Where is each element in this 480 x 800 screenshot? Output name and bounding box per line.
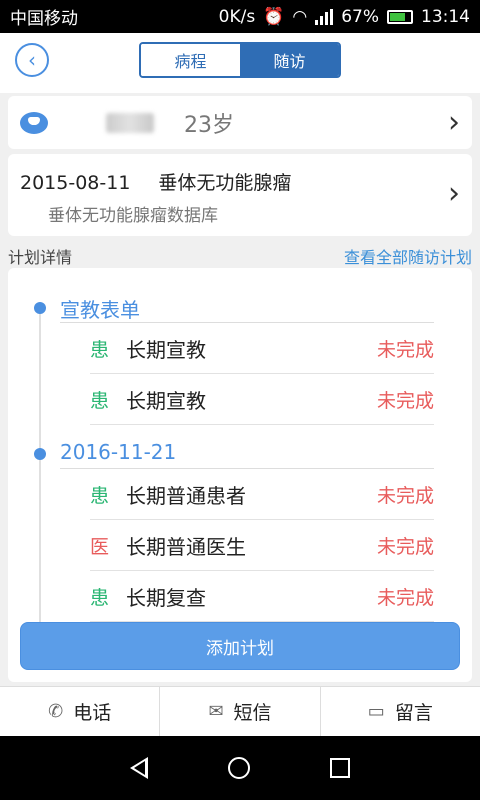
plan-item-status: 未完成	[376, 339, 434, 361]
plan-item-name: 长期宣教	[126, 338, 206, 362]
view-all-plans-link[interactable]: 查看全部随访计划	[344, 244, 472, 268]
nav-home-icon[interactable]	[228, 757, 250, 779]
patient-card[interactable]: 23岁 ›	[8, 96, 472, 149]
call-label: 电话	[73, 702, 112, 724]
nav-back-icon[interactable]	[130, 757, 148, 779]
diagnosis-card[interactable]: 2015-08-11 垂体无功能腺瘤 垂体无功能腺瘤数据库 ›	[8, 154, 472, 236]
plan-panel: 宣教表单 患 长期宣教 未完成 患 长期宣教 未完成 2016-11-21 患 …	[8, 268, 472, 682]
diagnosis-date: 2015-08-11	[20, 172, 131, 194]
diagnosis-database: 垂体无功能腺瘤数据库	[48, 206, 218, 226]
plan-item-status: 未完成	[376, 587, 434, 609]
plan-item[interactable]: 医 长期普通医生 未完成	[90, 521, 434, 571]
timeline-dot	[34, 302, 46, 314]
plan-item-name: 长期普通医生	[126, 535, 246, 559]
message-button[interactable]: ▭ 留言	[321, 687, 480, 736]
envelope-icon: ✉	[208, 701, 224, 722]
sms-label: 短信	[233, 702, 272, 724]
segment-tabs: 病程 随访	[139, 42, 341, 78]
signal-icon	[315, 8, 334, 25]
plan-item[interactable]: 患 长期宣教 未完成	[90, 375, 434, 425]
chevron-left-icon: ‹	[28, 48, 36, 72]
battery-icon	[387, 9, 413, 24]
message-label: 留言	[394, 702, 433, 724]
clock: 13:14	[421, 6, 470, 27]
plan-item-name: 长期普通患者	[126, 484, 246, 508]
plan-section-title: 计划详情	[8, 248, 73, 267]
status-bar: 中国移动 0K/s ⏰ ◠ 67% 13:14	[0, 0, 480, 33]
header: ‹ 病程 随访	[0, 33, 480, 93]
tab-followup[interactable]: 随访	[240, 44, 339, 76]
divider	[60, 322, 434, 323]
tab-course[interactable]: 病程	[141, 44, 240, 76]
role-badge: 医	[90, 536, 110, 558]
role-badge: 患	[90, 390, 110, 412]
alarm-icon: ⏰	[263, 6, 285, 27]
add-plan-button[interactable]: 添加计划	[20, 622, 460, 670]
call-button[interactable]: ✆ 电话	[0, 687, 161, 736]
carrier-name: 中国移动	[10, 9, 78, 29]
message-icon: ▭	[367, 701, 385, 722]
wifi-icon: ◠	[292, 6, 308, 27]
back-button[interactable]: ‹	[15, 43, 49, 77]
timeline-dot	[34, 448, 46, 460]
plan-item-name: 长期复查	[126, 586, 206, 610]
phone-icon: ✆	[48, 701, 64, 722]
chevron-right-icon: ›	[448, 105, 460, 140]
role-badge: 患	[90, 587, 110, 609]
plan-item[interactable]: 患 长期复查 未完成	[90, 572, 434, 622]
diagnosis-line: 2015-08-11 垂体无功能腺瘤	[20, 168, 291, 195]
group-title: 宣教表单	[60, 298, 140, 322]
system-nav-bar	[0, 736, 480, 800]
avatar-icon	[20, 111, 48, 134]
plan-item-status: 未完成	[376, 485, 434, 507]
group-title: 2016-11-21	[60, 440, 177, 464]
patient-age: 23岁	[184, 112, 234, 138]
plan-section-header: 计划详情 查看全部随访计划	[8, 244, 472, 268]
role-badge: 患	[90, 485, 110, 507]
chevron-right-icon: ›	[448, 176, 460, 211]
role-badge: 患	[90, 339, 110, 361]
bottom-action-bar: ✆ 电话 ✉ 短信 ▭ 留言	[0, 686, 480, 736]
timeline-line	[39, 306, 41, 636]
divider	[60, 468, 434, 469]
patient-name-blurred	[106, 112, 154, 133]
plan-item[interactable]: 患 长期普通患者 未完成	[90, 470, 434, 520]
plan-item[interactable]: 患 长期宣教 未完成	[90, 324, 434, 374]
network-speed: 0K/s	[218, 6, 256, 27]
plan-item-name: 长期宣教	[126, 389, 206, 413]
battery-percent: 67%	[341, 6, 379, 27]
plan-item-status: 未完成	[376, 536, 434, 558]
plan-item-status: 未完成	[376, 390, 434, 412]
diagnosis-name: 垂体无功能腺瘤	[158, 172, 292, 194]
status-icons: 0K/s ⏰ ◠ 67% 13:14	[219, 7, 470, 27]
sms-button[interactable]: ✉ 短信	[160, 687, 321, 736]
nav-recent-icon[interactable]	[330, 758, 350, 778]
